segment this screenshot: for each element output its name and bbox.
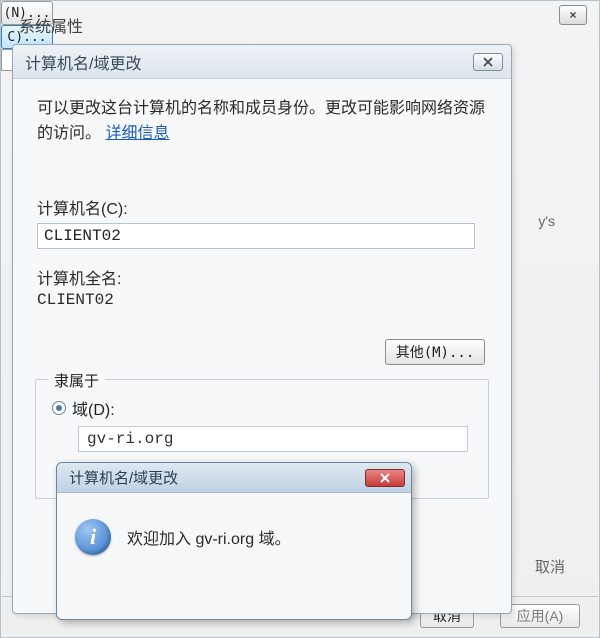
message-titlebar: 计算机名/域更改: [57, 463, 411, 493]
close-icon: [379, 472, 391, 484]
dialog-title: 计算机名/域更改: [25, 50, 141, 74]
radio-icon: [52, 401, 66, 415]
full-name-label: 计算机全名:: [37, 265, 487, 289]
apply-button[interactable]: 应用(A): [500, 604, 580, 628]
fragment-cancel: 取消: [535, 556, 565, 577]
computer-name-input[interactable]: [37, 223, 475, 249]
window-title: 系统属性: [19, 13, 83, 37]
details-link[interactable]: 详细信息: [105, 125, 169, 142]
message-text: 欢迎加入 gv-ri.org 域。: [127, 525, 291, 549]
close-button[interactable]: [473, 53, 503, 71]
fragment-text: y's: [538, 213, 555, 229]
domain-input[interactable]: [78, 426, 468, 452]
message-body: i 欢迎加入 gv-ri.org 域。: [57, 493, 411, 581]
welcome-message-dialog: 计算机名/域更改 i 欢迎加入 gv-ri.org 域。: [56, 462, 412, 620]
full-name-value: CLIENT02: [37, 291, 487, 309]
message-title: 计算机名/域更改: [69, 467, 178, 488]
dialog-description: 可以更改这台计算机的名称和成员身份。更改可能影响网络资源的访问。 详细信息: [37, 97, 487, 147]
info-icon: i: [75, 519, 111, 555]
close-button[interactable]: ×: [559, 5, 587, 25]
more-button[interactable]: 其他(M)...: [385, 339, 485, 365]
dialog-titlebar: 计算机名/域更改: [13, 45, 511, 79]
close-icon: [483, 57, 493, 67]
computer-name-label: 计算机名(C):: [37, 195, 487, 219]
dialog-body: 可以更改这台计算机的名称和成员身份。更改可能影响网络资源的访问。 详细信息 计算…: [13, 79, 511, 319]
close-button[interactable]: [365, 469, 405, 487]
group-legend: 隶属于: [48, 370, 105, 391]
domain-radio-label: 域(D):: [72, 396, 115, 420]
domain-radio-row[interactable]: 域(D):: [52, 396, 472, 420]
